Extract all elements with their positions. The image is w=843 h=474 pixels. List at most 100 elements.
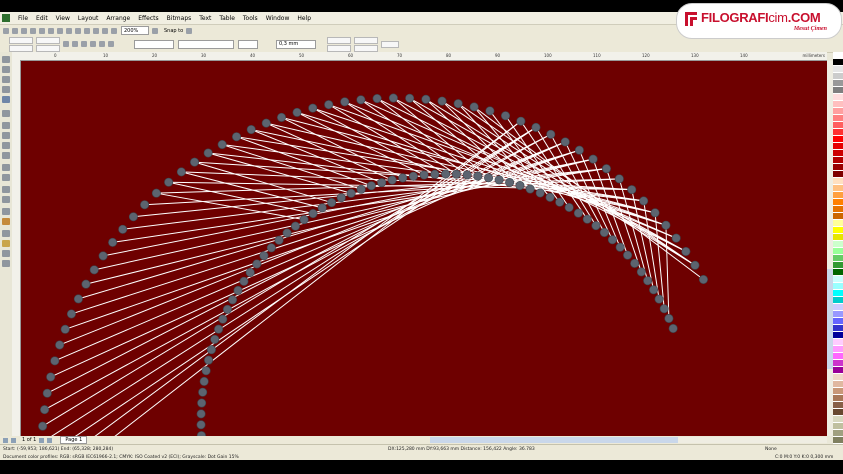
color-swatch[interactable] [833, 136, 843, 143]
vertical-ruler[interactable] [12, 60, 21, 436]
color-swatch[interactable] [833, 339, 843, 346]
snap-to-dropdown[interactable]: Snap to [164, 28, 183, 34]
ellipse-tool-icon[interactable] [2, 132, 10, 139]
copy-icon[interactable] [48, 27, 54, 34]
color-swatch[interactable] [833, 143, 843, 150]
node-height-field[interactable] [354, 44, 378, 52]
color-swatch[interactable] [833, 437, 843, 444]
last-page-icon[interactable] [47, 437, 53, 443]
fill-tool-icon[interactable] [2, 240, 10, 247]
pick-tool-icon[interactable] [2, 56, 10, 63]
rectangle-tool-icon[interactable] [2, 122, 10, 129]
color-swatch[interactable] [833, 94, 843, 101]
zoom-levels-select[interactable]: 200% [121, 26, 149, 35]
color-swatch[interactable] [833, 66, 843, 73]
print-icon[interactable] [30, 27, 36, 34]
menu-window[interactable]: Window [266, 15, 290, 22]
polygon-tool-icon[interactable] [2, 142, 10, 149]
color-swatch[interactable] [833, 255, 843, 262]
color-swatch[interactable] [833, 52, 843, 59]
menu-text[interactable]: Text [199, 15, 211, 22]
color-swatch[interactable] [833, 199, 843, 206]
menu-tools[interactable]: Tools [243, 15, 258, 22]
color-swatch[interactable] [833, 164, 843, 171]
color-swatch[interactable] [833, 283, 843, 290]
color-swatch[interactable] [833, 122, 843, 129]
page-tab[interactable]: Page 1 [60, 436, 88, 444]
free-shape-icon[interactable] [99, 41, 105, 47]
cut-icon[interactable] [39, 27, 45, 34]
color-swatch[interactable] [833, 269, 843, 276]
full-screen-icon[interactable] [152, 27, 158, 34]
color-swatch[interactable] [833, 360, 843, 367]
color-swatch[interactable] [833, 367, 843, 374]
color-swatch[interactable] [833, 220, 843, 227]
options-icon[interactable] [186, 27, 193, 34]
outline-tool-icon[interactable] [2, 230, 10, 237]
bezier-icon[interactable] [108, 41, 114, 47]
menu-bitmaps[interactable]: Bitmaps [167, 15, 192, 22]
color-swatch[interactable] [833, 332, 843, 339]
import-icon[interactable] [84, 27, 90, 34]
start-arrowhead-select[interactable] [134, 39, 174, 49]
eyedropper-tool-icon[interactable] [2, 218, 10, 225]
color-swatch[interactable] [833, 80, 843, 87]
color-swatch[interactable] [833, 262, 843, 269]
x-position-field[interactable] [9, 36, 33, 44]
zoom-tool-icon[interactable] [2, 86, 10, 93]
basic-shapes-tool-icon[interactable] [2, 152, 10, 159]
app-launcher-icon[interactable] [102, 27, 108, 34]
color-swatch[interactable] [833, 325, 843, 332]
color-swatch[interactable] [833, 290, 843, 297]
color-swatch[interactable] [833, 171, 843, 178]
freehand-tool-icon[interactable] [2, 96, 10, 103]
color-swatch[interactable] [833, 304, 843, 311]
drawing-canvas[interactable] [21, 61, 827, 436]
color-swatch[interactable] [833, 388, 843, 395]
color-swatch[interactable] [833, 73, 843, 80]
node-y-field[interactable] [327, 44, 351, 52]
line-style-select[interactable] [178, 39, 234, 49]
color-swatch[interactable] [833, 115, 843, 122]
color-swatch[interactable] [833, 185, 843, 192]
color-swatch[interactable] [833, 227, 843, 234]
color-swatch[interactable] [833, 87, 843, 94]
mesh-fill-tool-icon[interactable] [2, 260, 10, 267]
color-swatch[interactable] [833, 150, 843, 157]
color-swatch[interactable] [833, 353, 843, 360]
shape-tool-icon[interactable] [2, 66, 10, 73]
width-field[interactable] [36, 36, 60, 44]
color-swatch[interactable] [833, 101, 843, 108]
angle-field[interactable] [381, 40, 399, 48]
menu-edit[interactable]: Edit [36, 15, 48, 22]
color-swatch[interactable] [833, 395, 843, 402]
crop-tool-icon[interactable] [2, 76, 10, 83]
lock-ratio-icon[interactable] [63, 41, 69, 47]
color-swatch[interactable] [833, 213, 843, 220]
save-icon[interactable] [21, 27, 27, 34]
color-swatch[interactable] [833, 59, 843, 66]
node-x-field[interactable] [327, 36, 351, 44]
undo-icon[interactable] [66, 27, 72, 34]
menu-help[interactable]: Help [297, 15, 311, 22]
table-tool-icon[interactable] [2, 174, 10, 181]
horizontal-ruler[interactable]: 0 10 20 30 40 50 60 70 80 90 100 110 120 130 140 millim… [12, 52, 827, 61]
status-fill-indicator[interactable]: None [765, 447, 777, 452]
new-document-icon[interactable] [3, 27, 9, 34]
color-swatch[interactable] [833, 192, 843, 199]
horizontal-scroll-thumb[interactable] [430, 437, 678, 443]
color-swatch[interactable] [833, 409, 843, 416]
prev-page-icon[interactable] [11, 437, 16, 443]
rotate-icon[interactable] [90, 41, 96, 47]
end-arrowhead-select[interactable] [238, 39, 258, 49]
color-swatch[interactable] [833, 129, 843, 136]
horizontal-scrollbar[interactable] [430, 437, 827, 443]
menu-file[interactable]: File [18, 15, 28, 22]
color-swatch[interactable] [833, 423, 843, 430]
color-palette[interactable] [833, 52, 843, 474]
y-position-field[interactable] [9, 44, 33, 52]
color-swatch[interactable] [833, 297, 843, 304]
text-tool-icon[interactable] [2, 164, 10, 171]
redo-icon[interactable] [75, 27, 81, 34]
mirror-horizontal-icon[interactable] [72, 41, 78, 47]
